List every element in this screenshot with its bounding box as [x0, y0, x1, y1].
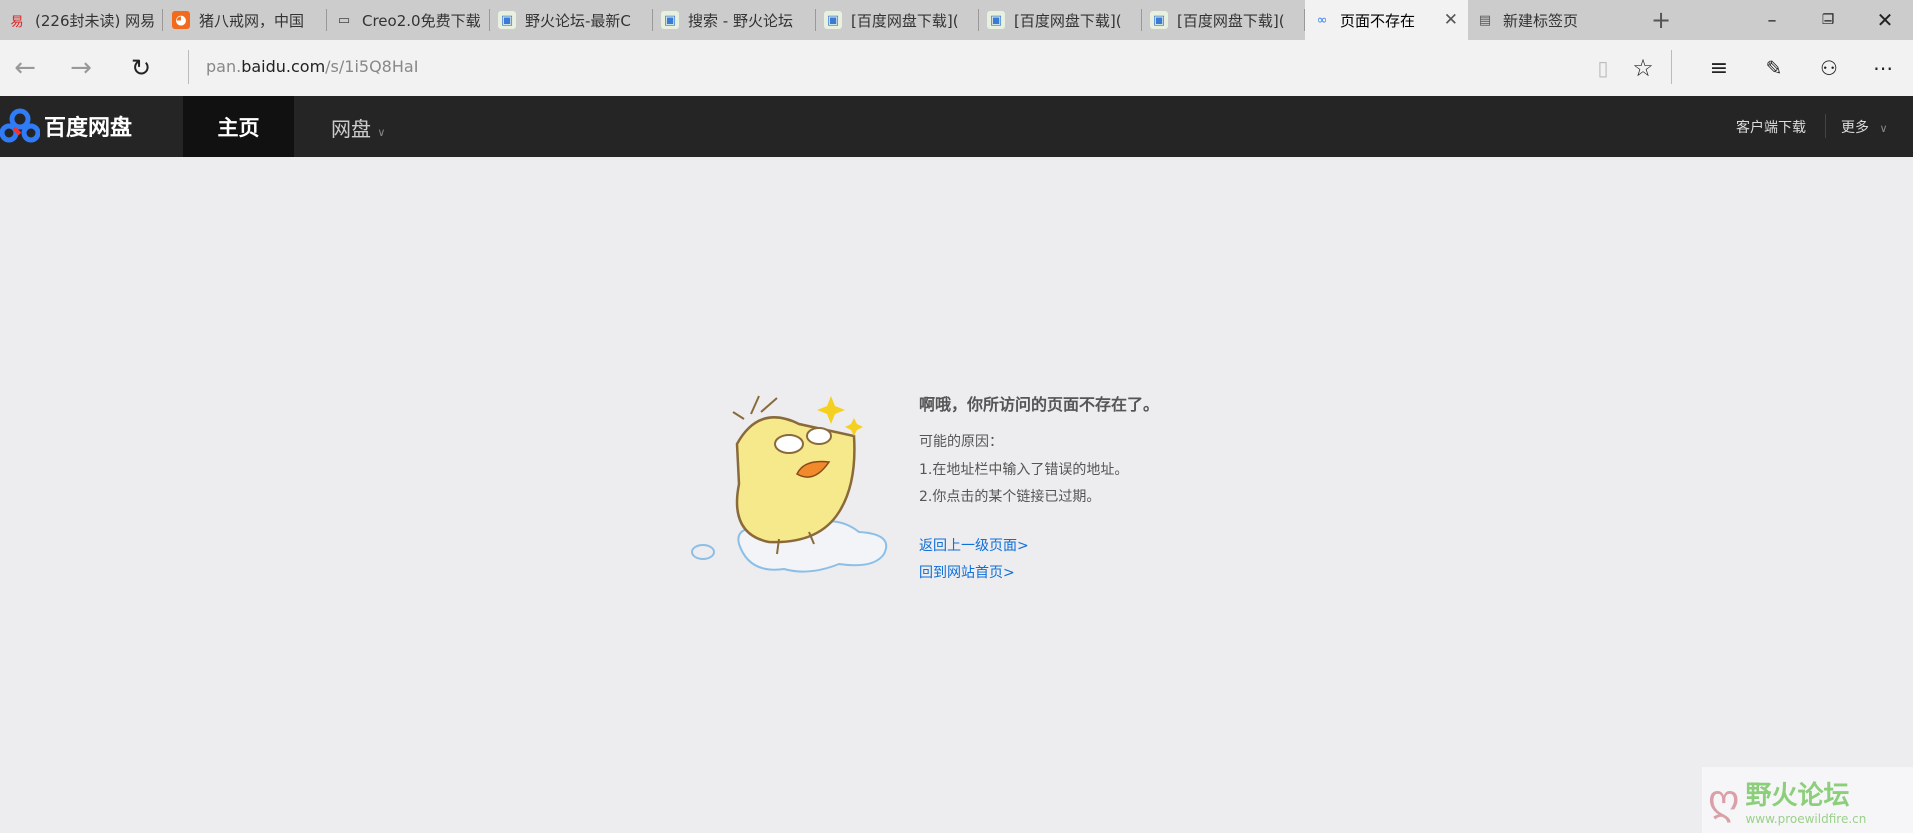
baidu-pan-icon: ∞ — [1316, 12, 1328, 28]
address-toolbar: ← → ↻ pan.baidu.com/s/1i5Q8HaI ▯ ☆ ≡ ✎ ⚇… — [0, 40, 1913, 96]
site-header: 百度网盘 主页 网盘 ∨ 客户端下载 更多 ∨ — [0, 96, 1913, 157]
tab[interactable]: ▣ [百度网盘下载]( — [979, 0, 1142, 40]
favorite-star-icon[interactable]: ☆ — [1618, 40, 1668, 96]
tab-label: [百度网盘下载]( — [851, 11, 959, 30]
tab[interactable]: ▭ Creo2.0免费下载 — [327, 0, 490, 40]
client-download-link[interactable]: 客户端下载 — [1736, 117, 1806, 137]
nav-home[interactable]: 主页 — [183, 96, 294, 157]
refresh-button[interactable]: ↻ — [116, 40, 166, 96]
divider — [188, 50, 189, 84]
tab-label: Creo2.0免费下载 — [362, 11, 481, 30]
tab[interactable]: 易 (226封未读) 网易 — [0, 0, 163, 40]
minimize-button-2[interactable]: – — [1744, 0, 1800, 40]
zbj-icon: ◕ — [172, 11, 190, 29]
forum-icon: ▣ — [824, 11, 842, 29]
reason-1: 1.在地址栏中输入了错误的地址。 — [919, 462, 1129, 478]
tab-label: 页面不存在 — [1340, 11, 1416, 30]
divider — [1825, 114, 1826, 138]
more-label: 更多 — [1841, 120, 1869, 136]
home-link[interactable]: 回到网站首页> — [919, 562, 1015, 582]
reasons-label: 可能的原因： — [919, 434, 1003, 450]
tab-label: 猪八戒网，中国 — [199, 11, 305, 30]
hub-icon[interactable]: ≡ — [1694, 40, 1744, 96]
page-icon: ▭ — [337, 12, 351, 28]
tab[interactable]: ▣ 野火论坛-最新C — [490, 0, 653, 40]
forward-button[interactable]: → — [56, 40, 106, 96]
nav-pan[interactable]: 网盘 ∨ — [331, 113, 385, 142]
tab[interactable]: ∞ 页面不存在 ✕ — [1305, 0, 1468, 40]
forum-icon: ▣ — [987, 11, 1005, 29]
error-title: 啊哦，你所访问的页面不存在了。 — [919, 395, 1160, 414]
chevron-down-icon: ∨ — [1879, 122, 1888, 135]
url-path: /s/1i5Q8HaI — [325, 57, 419, 76]
watermark: ღ 野火论坛 www.proewildfire.cn — [1702, 767, 1913, 833]
netease-mail-icon: 易 — [10, 14, 24, 30]
forum-icon: ▣ — [1150, 11, 1168, 29]
back-link[interactable]: 返回上一级页面> — [919, 535, 1029, 555]
watermark-name: 野火论坛 — [1745, 780, 1850, 811]
tab[interactable]: ◕ 猪八戒网，中国 — [164, 0, 327, 40]
watermark-logo-icon: ღ — [1708, 777, 1740, 823]
more-menu-icon[interactable]: ⋯ — [1858, 40, 1908, 96]
baidu-pan-logo-icon — [0, 108, 40, 143]
restore-button[interactable]: ❐ — [1800, 0, 1856, 40]
tab-label: (226封未读) 网易 — [35, 11, 156, 30]
url-domain: baidu.com — [241, 57, 326, 76]
tab-label: 新建标签页 — [1503, 11, 1579, 30]
back-button[interactable]: ← — [0, 40, 50, 96]
chevron-down-icon: ∨ — [377, 126, 386, 139]
close-window-button[interactable]: ✕ — [1857, 0, 1913, 40]
tab-separator — [162, 9, 163, 31]
nav-pan-label: 网盘 — [331, 117, 371, 141]
forum-icon: ▣ — [661, 11, 679, 29]
share-icon[interactable]: ⚇ — [1804, 40, 1854, 96]
confused-chick-illustration — [691, 395, 888, 573]
forum-icon: ▣ — [498, 11, 516, 29]
new-tab-button[interactable]: + — [1641, 0, 1681, 40]
tab-label: 搜索 - 野火论坛 — [688, 11, 793, 30]
tab[interactable]: ▣ 搜索 - 野火论坛 — [653, 0, 816, 40]
tab[interactable]: ▣ [百度网盘下载]( — [1142, 0, 1305, 40]
watermark-url: www.proewildfire.cn — [1745, 811, 1867, 826]
logo-text: 百度网盘 — [44, 116, 133, 141]
close-tab-icon[interactable]: ✕ — [1444, 10, 1458, 30]
reason-2: 2.你点击的某个链接已过期。 — [919, 489, 1101, 505]
web-note-icon[interactable]: ✎ — [1749, 40, 1799, 96]
address-input[interactable]: pan.baidu.com/s/1i5Q8HaI — [206, 57, 418, 76]
tab-label: [百度网盘下载]( — [1014, 11, 1122, 30]
tab-bar: 易 (226封未读) 网易 ◕ 猪八戒网，中国 ▭ Creo2.0免费下载 ▣ 野火论坛-最新… — [0, 0, 1913, 40]
logo[interactable]: 百度网盘 — [0, 108, 132, 144]
tab-label: 野火论坛-最新C — [525, 11, 631, 30]
new-tab-page-icon: ▤ — [1478, 12, 1492, 28]
tab[interactable]: ▣ [百度网盘下载]( — [816, 0, 979, 40]
tab-label: [百度网盘下载]( — [1177, 11, 1285, 30]
more-menu[interactable]: 更多 ∨ — [1841, 117, 1888, 137]
tab[interactable]: ▤ 新建标签页 — [1468, 0, 1631, 40]
url-prefix: pan. — [206, 57, 242, 76]
divider — [1671, 50, 1672, 84]
